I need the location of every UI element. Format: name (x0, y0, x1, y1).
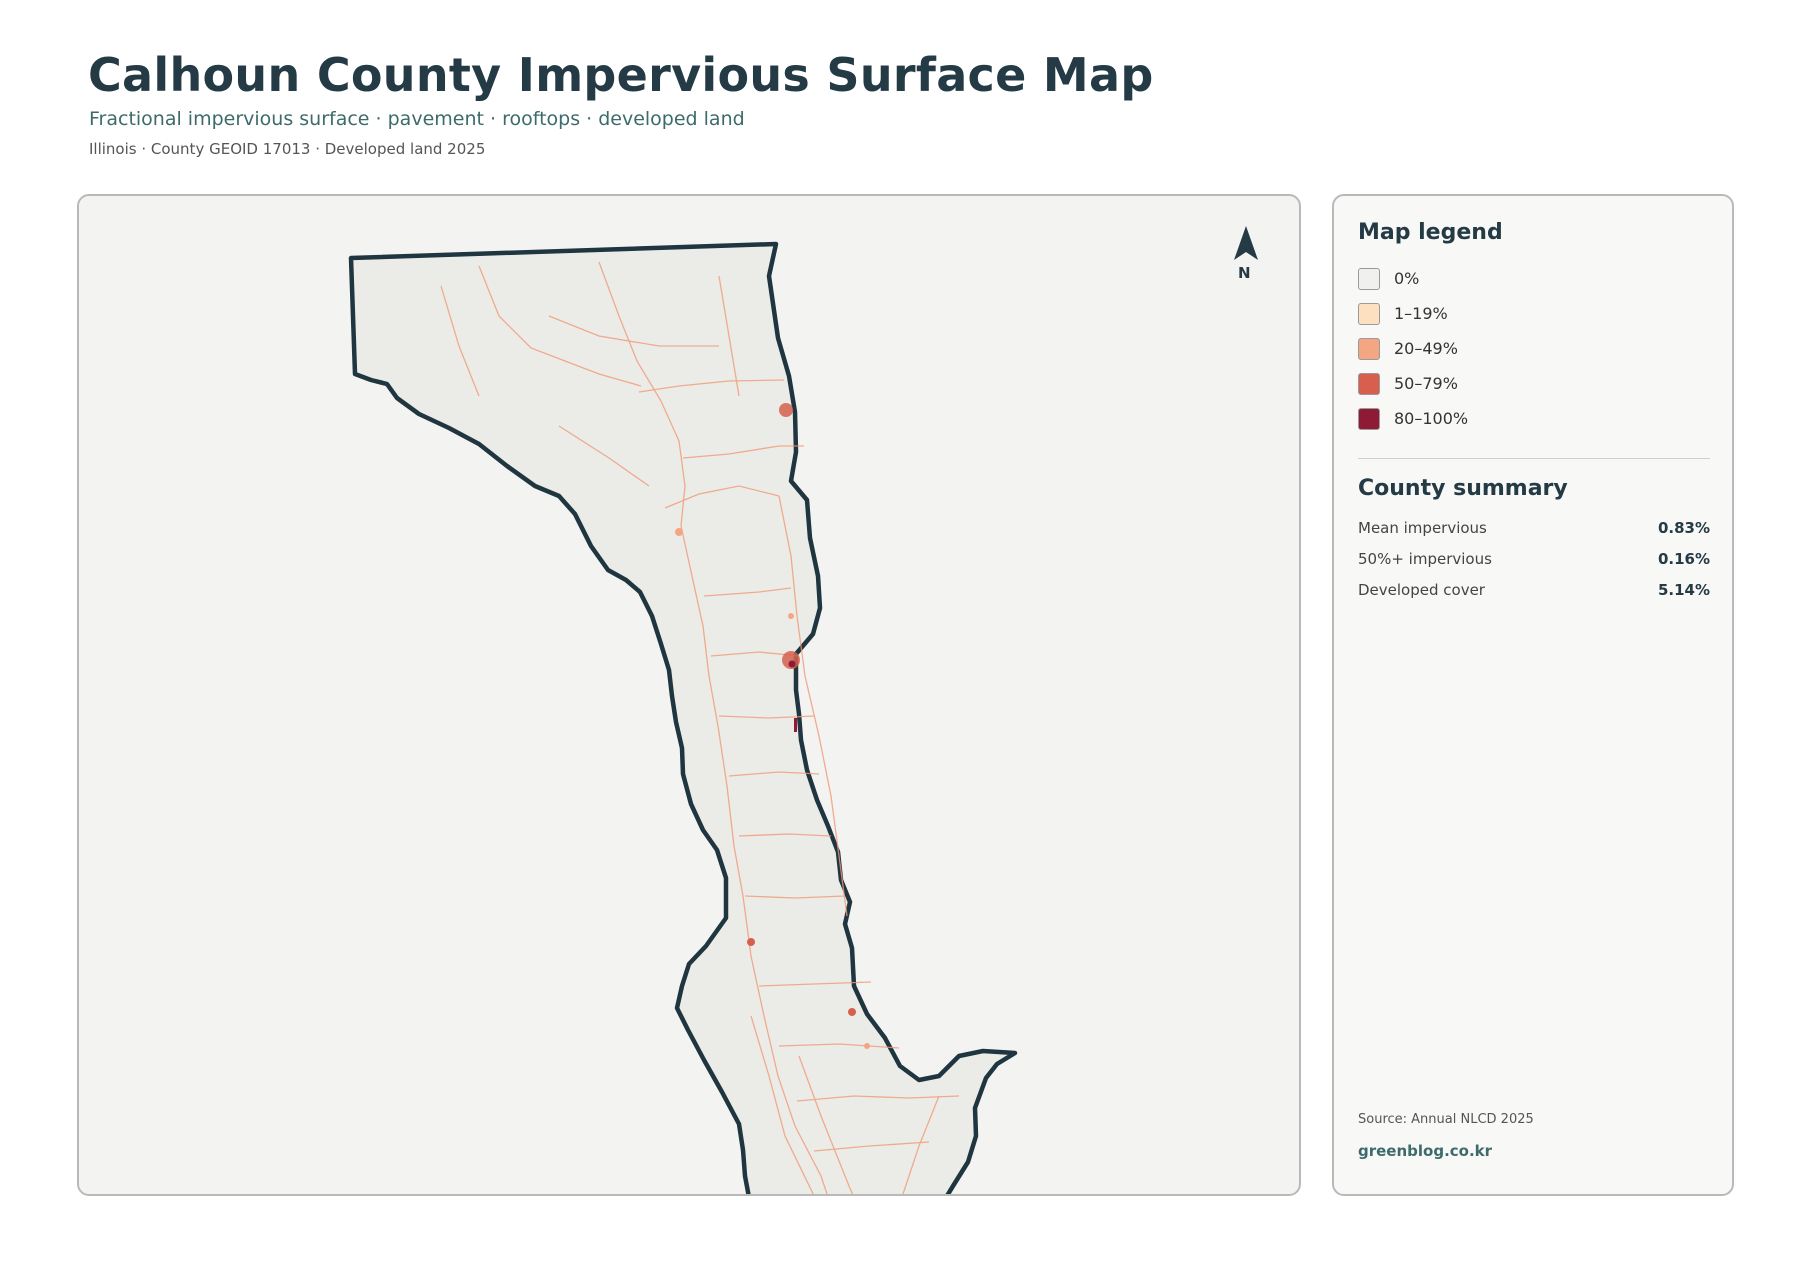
legend-label: 50–79% (1394, 374, 1458, 393)
legend-swatch-1 (1358, 303, 1380, 325)
summary-row: Mean impervious 0.83% (1358, 519, 1710, 539)
legend-swatch-4 (1358, 408, 1380, 430)
source-note: Source: Annual NLCD 2025 (1358, 1112, 1534, 1127)
summary-row: Developed cover 5.14% (1358, 581, 1710, 601)
brand-link[interactable]: greenblog.co.kr (1358, 1142, 1492, 1160)
legend-label: 80–100% (1394, 409, 1469, 428)
stat-label: Developed cover (1358, 581, 1485, 599)
summary-row: 50%+ impervious 0.16% (1358, 550, 1710, 570)
legend-label: 0% (1394, 269, 1420, 288)
north-label: N (1238, 264, 1251, 282)
stat-value: 5.14% (1657, 581, 1710, 599)
summary-title: County summary (1358, 476, 1568, 501)
page-meta: Illinois · County GEOID 17013 · Develope… (89, 140, 486, 158)
legend-swatch-2 (1358, 338, 1380, 360)
legend-swatch-3 (1358, 373, 1380, 395)
stat-value: 0.83% (1657, 519, 1710, 537)
county-boundary[interactable] (348, 241, 1018, 1196)
stat-label: 50%+ impervious (1358, 550, 1492, 568)
stat-value: 0.16% (1657, 550, 1710, 568)
legend-title: Map legend (1358, 220, 1503, 245)
stat-label: Mean impervious (1358, 519, 1487, 537)
page-title: Calhoun County Impervious Surface Map (88, 48, 1154, 102)
side-panel: Map legend 0% 1–19% 20–49% 50–79% 80–100… (1332, 194, 1734, 1196)
map-panel[interactable] (77, 194, 1301, 1196)
legend-label: 1–19% (1394, 304, 1448, 323)
legend-swatch-0 (1358, 268, 1380, 290)
panel-divider (1358, 458, 1710, 459)
county-map[interactable] (79, 196, 1301, 1196)
page-subtitle: Fractional impervious surface · pavement… (89, 108, 745, 130)
legend-label: 20–49% (1394, 339, 1458, 358)
